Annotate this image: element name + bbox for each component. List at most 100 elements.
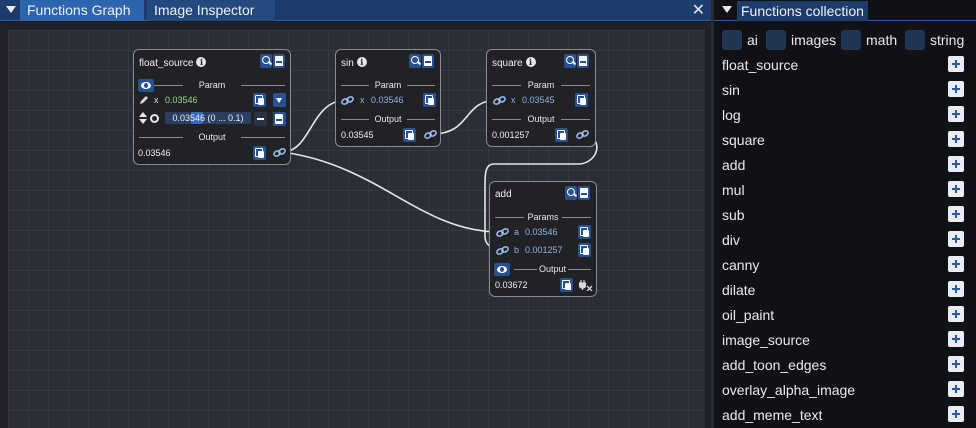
tab-functions-graph[interactable]: Functions Graph [20, 0, 144, 21]
node-title-sin: sin i [341, 57, 367, 69]
function-item: canny [722, 255, 970, 275]
info-icon[interactable]: i [196, 57, 207, 67]
copy-icon[interactable] [575, 93, 588, 107]
output-section-header: Output [139, 131, 285, 143]
node-title-text: float_source [139, 58, 194, 69]
param-section-header: Param [492, 79, 590, 91]
add-function-button[interactable] [948, 281, 964, 297]
param-value: 0.03546 [371, 95, 404, 105]
window-menu-arrow-icon[interactable] [722, 6, 732, 13]
function-name: sub [722, 207, 745, 223]
output-value: 0.03546 [138, 148, 171, 158]
filter-checkbox-string[interactable] [905, 30, 925, 50]
copy-icon[interactable] [555, 128, 568, 142]
add-function-button[interactable] [948, 381, 964, 397]
copy-icon[interactable] [423, 93, 436, 107]
close-tab-button[interactable]: ✕ [692, 1, 705, 20]
functions-graph-panel: Functions Graph Image Inspector ✕ float_… [0, 0, 711, 428]
add-function-button[interactable] [948, 106, 964, 122]
node-add[interactable]: add Params a 0.03546 b 0.001257 Output 0… [489, 181, 597, 297]
param-a-name: a [514, 227, 520, 237]
function-name: square [722, 132, 765, 148]
copy-icon[interactable] [578, 225, 591, 239]
copy-icon[interactable] [253, 93, 266, 107]
param-value: 0.03545 [522, 95, 555, 105]
node-header-buttons [409, 54, 434, 68]
plug-icon[interactable] [579, 279, 593, 291]
eye-icon[interactable] [494, 263, 510, 276]
copy-icon[interactable] [403, 128, 416, 142]
dropdown-arrow-icon[interactable] [273, 93, 286, 107]
collapse-param-icon[interactable] [273, 112, 286, 126]
zoom-icon[interactable] [564, 54, 576, 68]
zoom-icon[interactable] [565, 186, 577, 200]
tab-functions-collection[interactable]: Functions collection [737, 1, 868, 21]
filter-checkbox-images[interactable] [766, 30, 786, 50]
pencil-icon[interactable] [139, 95, 149, 105]
collapse-icon[interactable] [422, 54, 434, 68]
filter-label-images: images [791, 32, 837, 48]
param-value: 0.03546 [165, 95, 198, 105]
function-item: div [722, 230, 970, 250]
filter-label-ai: ai [747, 32, 758, 48]
add-function-button[interactable] [948, 131, 964, 147]
input-link-icon[interactable] [493, 96, 506, 105]
copy-icon[interactable] [253, 146, 266, 160]
output-link-icon[interactable] [576, 130, 589, 139]
function-item: sub [722, 205, 970, 225]
output-link-icon[interactable] [273, 148, 286, 157]
window-menu-arrow-icon[interactable] [6, 6, 16, 13]
function-name: add_meme_text [722, 407, 823, 423]
input-link-icon[interactable] [496, 228, 509, 237]
clear-icon[interactable] [254, 112, 267, 126]
function-name: image_source [722, 332, 810, 348]
spin-arrows-icon[interactable] [139, 112, 147, 124]
settings-icon[interactable] [150, 114, 159, 123]
add-function-button[interactable] [948, 181, 964, 197]
function-name: sin [722, 82, 740, 98]
node-float-source[interactable]: float_source i Param x 0.03546 0.03546 (0… [133, 49, 291, 165]
collapse-icon[interactable] [273, 54, 285, 68]
copy-icon[interactable] [578, 243, 591, 257]
output-link-icon[interactable] [424, 130, 437, 139]
copy-icon[interactable] [560, 278, 573, 292]
function-item: mul [722, 180, 970, 200]
add-function-button[interactable] [948, 306, 964, 322]
zoom-icon[interactable] [409, 54, 421, 68]
add-function-button[interactable] [948, 231, 964, 247]
add-function-button[interactable] [948, 406, 964, 422]
output-value: 0.03545 [341, 130, 374, 140]
filter-checkbox-math[interactable] [841, 30, 861, 50]
node-title-square: square i [492, 57, 536, 69]
function-item: add_meme_text [722, 405, 970, 425]
add-function-button[interactable] [948, 206, 964, 222]
param-b-name: b [514, 245, 520, 255]
add-function-button[interactable] [948, 356, 964, 372]
function-name: float_source [722, 57, 799, 73]
add-function-button[interactable] [948, 256, 964, 272]
collapse-icon[interactable] [577, 54, 589, 68]
function-name: add_toon_edges [722, 357, 827, 373]
node-header-buttons [564, 54, 589, 68]
functions-collection-header: Functions collection [714, 0, 976, 21]
eye-icon[interactable] [138, 79, 154, 92]
add-function-button[interactable] [948, 156, 964, 172]
info-icon[interactable]: i [356, 57, 367, 67]
filter-checkbox-ai[interactable] [722, 30, 742, 50]
add-function-button[interactable] [948, 56, 964, 72]
input-link-icon[interactable] [341, 96, 354, 105]
node-square[interactable]: square i Param x 0.03545 Output 0.001257 [486, 49, 596, 147]
node-sin[interactable]: sin i Param x 0.03546 Output 0.03545 [335, 49, 441, 147]
collapse-icon[interactable] [578, 186, 590, 200]
info-icon[interactable]: i [525, 57, 536, 67]
node-title-add: add [495, 189, 512, 200]
node-header-buttons [565, 186, 590, 200]
zoom-icon[interactable] [260, 54, 272, 68]
input-link-icon[interactable] [496, 246, 509, 255]
tab-image-inspector[interactable]: Image Inspector [147, 0, 275, 21]
function-item: log [722, 105, 970, 125]
param-slider[interactable]: 0.03546 (0 ... 0.1) [165, 112, 251, 124]
add-function-button[interactable] [948, 331, 964, 347]
param-section-header: Param [139, 79, 285, 91]
add-function-button[interactable] [948, 81, 964, 97]
